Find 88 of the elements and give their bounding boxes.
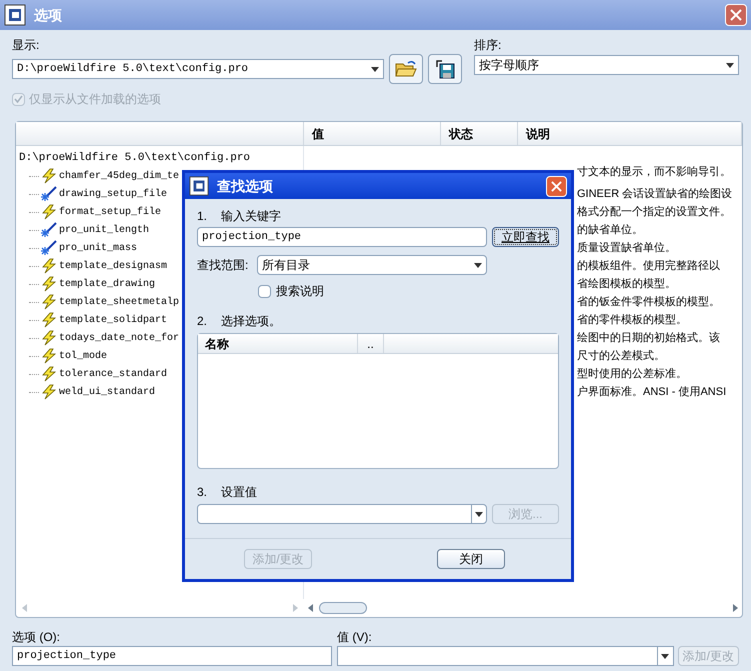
close-icon <box>551 180 562 192</box>
sort-combo[interactable]: 按字母顺序 <box>474 55 739 75</box>
lightning-icon <box>41 384 57 400</box>
pen-star-icon <box>41 240 57 256</box>
tree-root[interactable]: D:\proeWildfire 5.0\text\config.pro <box>19 149 303 167</box>
value-combo[interactable] <box>337 646 674 666</box>
window-title: 选项 <box>34 6 62 24</box>
column-header[interactable]: 状态 <box>441 122 518 145</box>
description-cell-text: 质量设置缺省单位。 <box>577 240 676 256</box>
tree-item[interactable]: tol_mode <box>59 348 108 364</box>
pen-star-icon <box>41 222 57 238</box>
description-cell-text: 绘图中的日期的初始格式。该 <box>577 330 720 346</box>
description-cell-text: 格式分配一个指定的设置文件。 <box>577 204 731 220</box>
scroll-right-icon[interactable] <box>733 604 738 612</box>
close-dialog-button[interactable]: 关闭 <box>437 548 505 568</box>
tree-item[interactable]: drawing_setup_file <box>59 186 168 202</box>
option-field[interactable]: projection_type <box>12 646 332 666</box>
column-header[interactable]: 名称 <box>198 334 358 353</box>
description-cell-text: 省的零件模板的模型。 <box>577 312 687 328</box>
description-cell-text: 型时使用的公差标准。 <box>577 366 687 382</box>
scrollbar-thumb[interactable] <box>319 602 367 614</box>
folder-icon <box>395 60 418 78</box>
column-header[interactable]: .. <box>358 334 384 353</box>
value-combo[interactable] <box>197 504 487 524</box>
tree-item[interactable]: template_solidpart <box>59 312 168 328</box>
scroll-left-icon[interactable] <box>308 604 313 612</box>
tree-item[interactable]: todays_date_note_for <box>59 330 180 346</box>
step-label: 设置值 <box>221 484 258 500</box>
step-label: 输入关键字 <box>221 208 282 224</box>
close-button[interactable] <box>725 4 747 26</box>
lightning-icon <box>41 330 57 346</box>
description-cell-text: 寸文本的显示，而不影响导引。 <box>577 164 731 180</box>
checkbox-label: 搜索说明 <box>276 283 324 300</box>
column-header[interactable]: 说明 <box>518 122 742 145</box>
option-label: 选项 (O): <box>12 629 61 646</box>
description-cell-text: 省绘图模板的模型。 <box>577 276 676 292</box>
description-cell-text: 尺寸的公差模式。 <box>577 348 665 364</box>
save-button[interactable] <box>428 54 462 84</box>
tree-item[interactable]: template_drawing <box>59 276 156 292</box>
lightning-icon <box>41 366 57 382</box>
floppy-disk-icon <box>435 59 456 79</box>
step-number: 2. <box>197 312 208 330</box>
app-icon <box>4 4 26 26</box>
tree-item[interactable]: template_sheetmetalp <box>59 294 180 310</box>
lightning-icon <box>41 312 57 328</box>
lightning-icon <box>41 168 57 184</box>
display-label: 显示: <box>12 37 40 54</box>
description-cell-text: 省的钣金件零件模板的模型。 <box>577 294 720 310</box>
dropdown-arrow-icon <box>726 62 734 68</box>
column-header[interactable]: 值 <box>304 122 441 145</box>
dropdown-arrow-icon <box>371 66 380 72</box>
step-number: 3. <box>197 484 208 500</box>
value-label: 值 (V): <box>337 629 373 646</box>
close-button[interactable] <box>546 176 567 196</box>
tree-item[interactable]: template_designasm <box>59 258 168 274</box>
checkbox[interactable] <box>258 284 271 298</box>
tree-item[interactable]: chamfer_45deg_dim_te <box>59 168 180 184</box>
keyword-field[interactable]: projection_type <box>197 227 487 247</box>
step-number: 1. <box>197 208 208 224</box>
lightning-icon <box>41 348 57 364</box>
lightning-icon <box>41 204 57 220</box>
dropdown-arrow-icon <box>475 512 483 516</box>
pen-star-icon <box>41 186 57 202</box>
step-label: 选择选项。 <box>221 312 282 330</box>
lightning-icon <box>41 294 57 310</box>
close-icon <box>730 9 742 21</box>
scope-label: 查找范围: <box>197 257 250 274</box>
scope-select[interactable]: 所有目录 <box>257 255 487 275</box>
description-cell-text: 的模板组件。使用完整路径以 <box>577 258 720 274</box>
dropdown-arrow-icon <box>474 262 482 268</box>
app-icon <box>189 176 209 196</box>
tree-item[interactable]: weld_ui_standard <box>59 384 156 400</box>
tree-item[interactable]: format_setup_file <box>59 204 162 220</box>
description-cell-text: 户界面标准。ANSI - 使用ANSI <box>577 384 726 400</box>
find-now-button[interactable]: 立即查找 <box>492 227 559 247</box>
display-combo[interactable]: D:\proeWildfire 5.0\text\config.pro <box>12 59 384 79</box>
open-folder-button[interactable] <box>389 54 424 84</box>
tree-item[interactable]: tolerance_standard <box>59 366 168 382</box>
tree-item[interactable]: pro_unit_length <box>59 222 150 238</box>
description-cell-text: GINEER 会话设置缺省的绘图设 <box>577 186 732 202</box>
dropdown-arrow-icon <box>661 654 670 658</box>
lightning-icon <box>41 258 57 274</box>
lightning-icon <box>41 276 57 292</box>
sort-label: 排序: <box>474 37 502 54</box>
checkbox-label: 仅显示从文件加载的选项 <box>29 91 161 108</box>
description-cell-text: 的缺省单位。 <box>577 222 643 238</box>
tree-item[interactable]: pro_unit_mass <box>59 240 138 256</box>
dialog-title: 查找选项 <box>217 176 273 196</box>
